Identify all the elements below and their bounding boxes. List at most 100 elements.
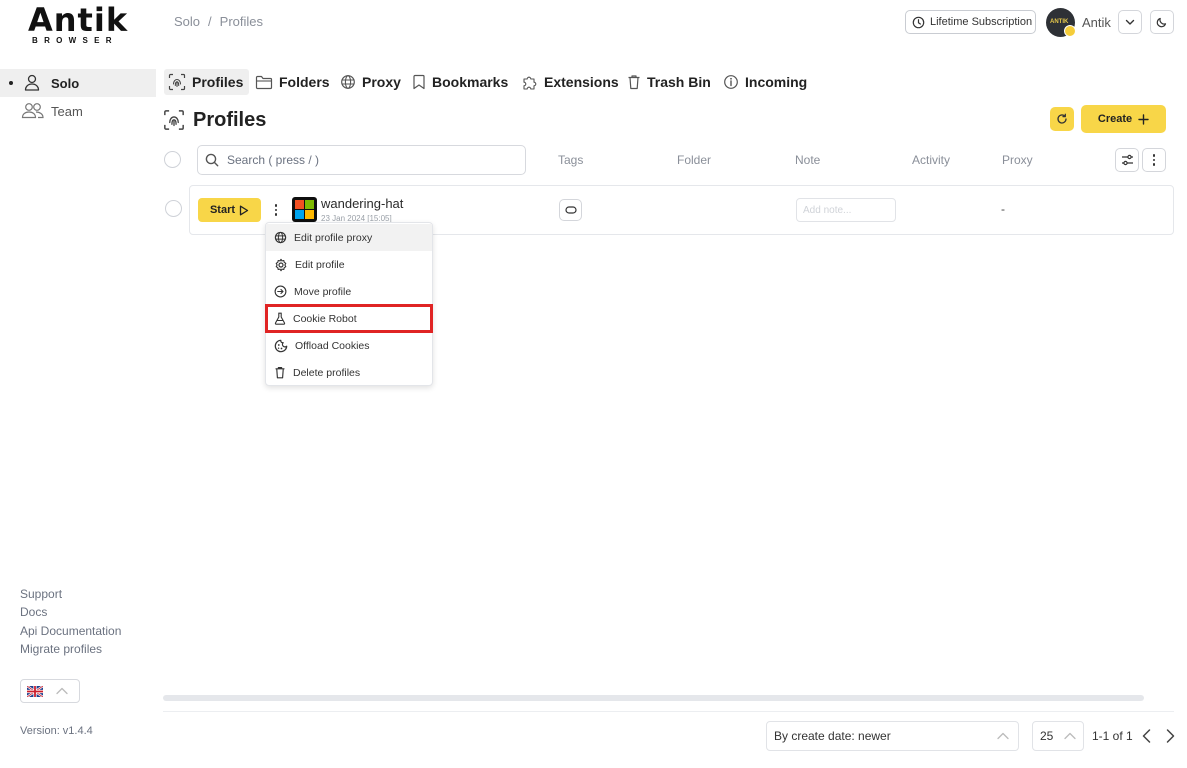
column-settings-button[interactable]	[1115, 148, 1139, 172]
profile-context-menu: Edit profile proxy Edit profile Move pro…	[265, 222, 433, 386]
tab-proxy[interactable]: Proxy	[340, 69, 401, 95]
sort-select[interactable]: By create date: newer	[766, 721, 1019, 751]
chevron-up-icon	[996, 731, 1010, 741]
select-all-checkbox[interactable]	[164, 151, 181, 168]
windows-tile	[305, 200, 314, 209]
bookmark-icon	[412, 74, 426, 90]
dot	[274, 213, 278, 216]
lifetime-subscription-label: Lifetime Subscription	[930, 16, 1033, 28]
column-header-folder[interactable]: Folder	[677, 153, 711, 167]
profile-actions-button[interactable]	[266, 199, 286, 221]
trash-icon	[274, 366, 286, 379]
lifetime-subscription-button[interactable]: Lifetime Subscription	[905, 10, 1036, 34]
create-button[interactable]: Create	[1081, 105, 1166, 133]
tab-label: Folders	[279, 74, 330, 90]
api-documentation-link[interactable]: Api Documentation	[20, 624, 121, 638]
menu-item-offload-cookies[interactable]: Offload Cookies	[266, 332, 432, 359]
sidebar-item-label: Solo	[51, 76, 80, 91]
person-icon	[24, 74, 40, 91]
tab-trash-bin[interactable]: Trash Bin	[627, 69, 711, 95]
page-title: Profiles	[163, 106, 266, 134]
row-checkbox[interactable]	[165, 200, 182, 217]
start-button-label: Start	[209, 204, 236, 216]
windows-tile	[305, 210, 314, 219]
chevron-left-icon	[1140, 728, 1154, 744]
breadcrumb-root[interactable]: Solo	[174, 14, 200, 29]
active-dot	[9, 81, 13, 85]
menu-item-move-profile[interactable]: Move profile	[266, 278, 432, 305]
globe-icon	[340, 74, 356, 90]
start-button[interactable]: Start	[198, 198, 261, 222]
refresh-button[interactable]	[1050, 107, 1074, 131]
support-link[interactable]: Support	[20, 587, 62, 601]
antik-logo[interactable]: Antik BROWSER	[28, 4, 127, 46]
chevron-up-icon	[55, 686, 69, 696]
play-icon	[239, 205, 249, 216]
dot	[1152, 154, 1156, 157]
column-header-proxy[interactable]: Proxy	[1002, 153, 1033, 167]
table-more-button[interactable]	[1142, 148, 1166, 172]
tab-profiles[interactable]: Profiles	[164, 69, 250, 95]
breadcrumb: Solo / Profiles	[174, 14, 263, 29]
docs-link[interactable]: Docs	[20, 605, 47, 619]
moon-icon	[1156, 16, 1168, 28]
menu-item-label: Delete profiles	[293, 366, 361, 379]
gear-icon	[274, 258, 288, 272]
sidebar-item-team[interactable]: Team	[0, 97, 156, 125]
profile-name[interactable]: wandering-hat	[321, 196, 403, 211]
language-selector[interactable]	[20, 679, 80, 703]
note-input[interactable]	[796, 198, 896, 222]
tab-extensions[interactable]: Extensions	[521, 69, 619, 95]
menu-item-delete-profiles[interactable]: Delete profiles	[266, 359, 432, 386]
menu-item-label: Offload Cookies	[295, 339, 370, 352]
column-header-activity[interactable]: Activity	[912, 153, 950, 167]
migrate-profiles-link[interactable]: Migrate profiles	[20, 642, 102, 656]
horizontal-scrollbar[interactable]	[163, 695, 1144, 701]
globe-icon	[274, 231, 287, 244]
column-header-note[interactable]: Note	[795, 153, 820, 167]
tab-label: Proxy	[362, 74, 401, 90]
user-menu-button[interactable]	[1118, 10, 1142, 34]
flask-icon	[274, 312, 286, 325]
chevron-down-icon	[1124, 16, 1136, 28]
people-icon	[21, 102, 45, 119]
tab-incoming[interactable]: Incoming	[723, 69, 807, 95]
theme-toggle-button[interactable]	[1150, 10, 1174, 34]
column-header-tags[interactable]: Tags	[558, 153, 583, 167]
menu-item-cookie-robot[interactable]: Cookie Robot	[265, 304, 433, 333]
dot	[1152, 158, 1156, 162]
uk-flag-icon	[27, 685, 43, 697]
menu-item-edit-profile-proxy[interactable]: Edit profile proxy	[266, 224, 432, 251]
footer-divider	[163, 711, 1174, 712]
menu-item-label: Edit profile proxy	[294, 231, 373, 244]
search-input[interactable]	[227, 153, 507, 167]
tab-bookmarks[interactable]: Bookmarks	[412, 69, 508, 95]
logo-subtitle: BROWSER	[32, 36, 118, 45]
puzzle-icon	[521, 74, 538, 91]
per-page-select[interactable]: 25	[1032, 721, 1084, 751]
info-icon	[723, 74, 739, 90]
tab-folders[interactable]: Folders	[255, 69, 330, 95]
sidebar-item-label: Team	[51, 104, 83, 119]
page-title-text: Profiles	[193, 108, 267, 131]
dot	[274, 208, 278, 212]
user-name[interactable]: Antik	[1082, 15, 1111, 30]
menu-item-label: Cookie Robot	[293, 312, 357, 325]
avatar-label: ANTIK	[1050, 19, 1069, 25]
sidebar-item-solo[interactable]: Solo	[0, 69, 156, 97]
trash-icon	[627, 74, 641, 90]
avatar[interactable]: ANTIK	[1046, 8, 1076, 37]
fingerprint-icon	[163, 109, 185, 131]
star-badge-icon	[1064, 25, 1076, 37]
next-page-button[interactable]	[1163, 728, 1177, 744]
proxy-value: -	[1001, 202, 1005, 216]
prev-page-button[interactable]	[1140, 728, 1154, 744]
clock-icon	[912, 16, 925, 29]
search-box[interactable]	[197, 145, 526, 175]
per-page-value: 25	[1040, 729, 1054, 743]
logo-word: Antik	[28, 1, 129, 39]
add-tag-button[interactable]	[559, 199, 582, 221]
pagination-info: 1-1 of 1	[1092, 729, 1133, 743]
breadcrumb-separator: /	[208, 14, 212, 29]
menu-item-edit-profile[interactable]: Edit profile	[266, 251, 432, 278]
